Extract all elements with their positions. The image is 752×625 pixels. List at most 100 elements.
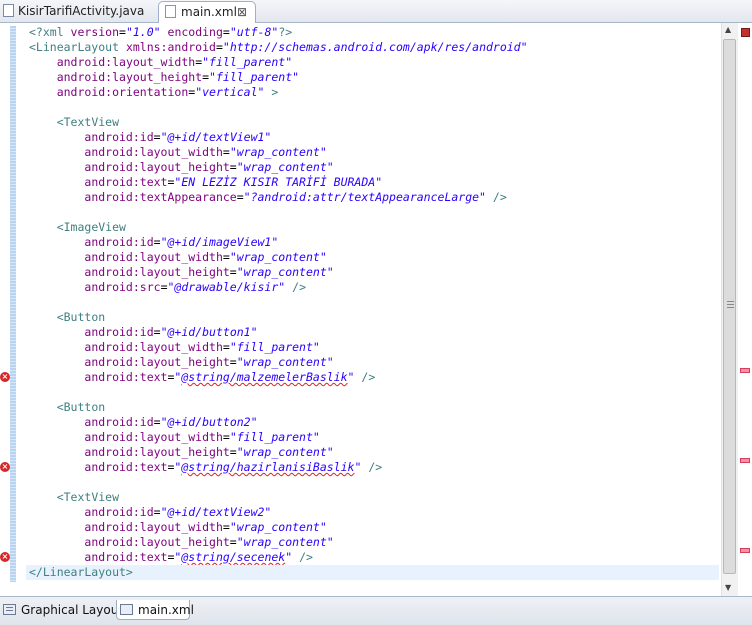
code-line[interactable]: android:layout_width="fill_parent" xyxy=(29,430,319,445)
close-icon[interactable]: ⊠ xyxy=(237,2,247,22)
code-line[interactable]: </LinearLayout> xyxy=(26,565,719,580)
code-line[interactable]: android:text="@string/malzemelerBaslik" … xyxy=(29,370,375,385)
vertical-ruler: × × × xyxy=(0,23,10,596)
code-line[interactable]: <TextView xyxy=(29,115,119,130)
overview-error-mark[interactable] xyxy=(740,458,750,463)
vertical-scrollbar[interactable]: ▲ ▼ xyxy=(721,23,738,596)
code-token: "wrap_content" xyxy=(236,445,334,459)
code-token: = xyxy=(229,535,237,549)
code-line[interactable]: android:id="@+id/button1" xyxy=(29,325,257,340)
overview-error-mark[interactable] xyxy=(740,368,750,373)
scroll-down-arrow-icon[interactable]: ▼ xyxy=(725,583,731,592)
code-line[interactable]: <Button xyxy=(29,310,105,325)
unresolved-reference: @string/secenek xyxy=(181,550,286,564)
tab-xml-source[interactable]: main.xml xyxy=(116,600,194,620)
grip-line xyxy=(727,304,734,305)
error-marker-icon[interactable]: × xyxy=(0,372,10,382)
code-line[interactable]: android:layout_width="fill_parent" xyxy=(29,55,292,70)
code-token: android:text xyxy=(84,550,168,564)
code-line[interactable]: android:id="@+id/textView1" xyxy=(29,130,271,145)
grip-line xyxy=(727,301,734,302)
quick-diff-ruler xyxy=(10,26,16,582)
error-marker-icon[interactable]: × xyxy=(0,552,10,562)
code-token: "EN LEZİZ KISIR TARİFİ BURADA" xyxy=(174,175,383,189)
code-line[interactable]: android:textAppearance="?android:attr/te… xyxy=(29,190,506,205)
code-line[interactable]: android:text="@string/hazirlanisiBaslik"… xyxy=(29,460,382,475)
tab-main-xml[interactable]: main.xml ⊠ xyxy=(158,1,256,23)
code-token: android:textAppearance xyxy=(84,190,237,204)
code-line[interactable]: android:layout_height="wrap_content" xyxy=(29,355,333,370)
code-line[interactable]: <LinearLayout xmlns:android="http://sche… xyxy=(29,40,528,55)
code-line[interactable]: android:layout_width="wrap_content" xyxy=(29,250,326,265)
code-area[interactable]: <?xml version="1.0" encoding="utf-8"?> <L… xyxy=(26,23,719,596)
code-line[interactable]: android:layout_width="wrap_content" xyxy=(29,145,326,160)
code-token: android:layout_height xyxy=(84,445,230,459)
overview-ruler[interactable] xyxy=(738,23,752,596)
code-line[interactable]: android:layout_height="wrap_content" xyxy=(29,265,333,280)
code-token: "wrap_content" xyxy=(229,520,327,534)
code-token: /> xyxy=(299,550,313,564)
code-token: <TextView xyxy=(56,115,120,129)
code-line[interactable]: android:id="@+id/button2" xyxy=(29,415,257,430)
editor-tab-bar: KisirTarifiActivity.java main.xml ⊠ xyxy=(0,0,752,23)
code-token: android:text xyxy=(84,460,168,474)
code-token: <LinearLayout xyxy=(29,40,126,54)
code-line[interactable]: android:id="@+id/textView2" xyxy=(29,505,271,520)
code-token: "fill_parent" xyxy=(202,55,293,69)
code-line[interactable]: android:layout_height="fill_parent" xyxy=(29,70,299,85)
code-line[interactable]: <ImageView xyxy=(29,220,126,235)
code-token: android:id xyxy=(84,130,154,144)
code-token: android:layout_height xyxy=(84,160,230,174)
code-token: android:layout_width xyxy=(56,55,196,69)
code-token: "@drawable/kisir" xyxy=(167,280,286,294)
tab-label: main.xml xyxy=(181,5,237,19)
xml-source-icon xyxy=(120,604,133,615)
code-line[interactable]: android:orientation="vertical" > xyxy=(29,85,279,100)
scroll-up-arrow-icon[interactable]: ▲ xyxy=(725,25,731,34)
code-token: android:layout_width xyxy=(84,340,223,354)
code-token: android:src xyxy=(84,280,161,294)
code-token: android:text xyxy=(84,175,168,189)
code-line[interactable]: <TextView xyxy=(29,490,119,505)
code-line[interactable]: <?xml version="1.0" encoding="utf-8"?> xyxy=(29,25,292,40)
tab-kisirtarifiactivity-java[interactable]: KisirTarifiActivity.java xyxy=(0,1,158,21)
xml-source-editor[interactable]: × × × <?xml version="1.0" encoding="utf-8"… xyxy=(0,23,752,596)
code-line[interactable]: android:text="@string/secenek" /> xyxy=(29,550,313,565)
graphical-layout-icon xyxy=(3,604,16,615)
error-summary-icon[interactable] xyxy=(741,28,750,37)
code-line[interactable]: <Button xyxy=(29,400,105,415)
code-line[interactable]: android:text="EN LEZİZ KISIR TARİFİ BURA… xyxy=(29,175,382,190)
code-token: android:layout_height xyxy=(84,535,230,549)
overview-error-mark[interactable] xyxy=(740,548,750,553)
tab-graphical-layout[interactable]: Graphical Layout xyxy=(0,600,123,620)
code-line[interactable]: android:layout_height="wrap_content" xyxy=(29,445,334,460)
code-line[interactable]: android:layout_height="wrap_content" xyxy=(29,160,333,175)
code-token: android:layout_width xyxy=(84,520,223,534)
code-token: encoding xyxy=(167,25,223,39)
code-line[interactable]: android:src="@drawable/kisir" /> xyxy=(29,280,306,295)
code-line[interactable]: android:layout_width="wrap_content" xyxy=(29,520,327,535)
scrollbar-thumb[interactable] xyxy=(723,39,736,574)
code-line[interactable]: android:layout_height="wrap_content" xyxy=(29,535,333,550)
code-token: = xyxy=(222,145,230,159)
code-token: = xyxy=(202,70,210,84)
code-token: = xyxy=(153,235,161,249)
code-token: <ImageView xyxy=(56,220,126,234)
error-marker-icon[interactable]: × xyxy=(0,462,10,472)
code-line[interactable]: android:id="@+id/imageView1" xyxy=(29,235,278,250)
code-line[interactable]: android:layout_width="fill_parent" xyxy=(29,340,319,355)
code-token: "@+id/textView1" xyxy=(160,130,272,144)
